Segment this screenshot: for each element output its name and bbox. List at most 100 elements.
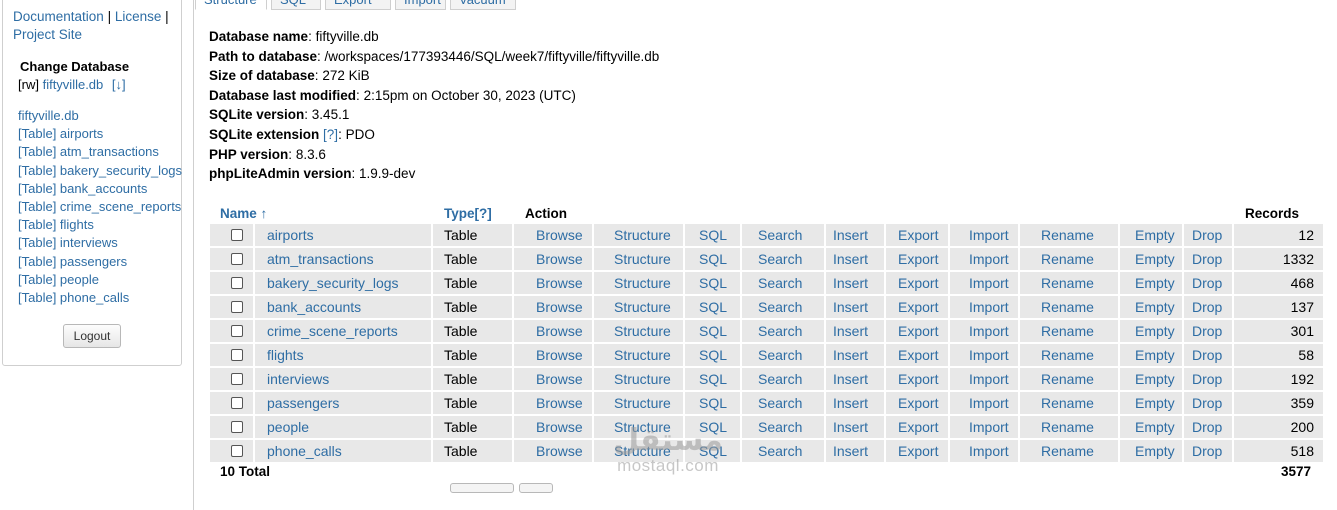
structure-action-link[interactable]: Structure — [594, 368, 683, 390]
import-action-link[interactable]: Import — [950, 272, 1018, 294]
rename-action-link[interactable]: Rename — [1020, 248, 1118, 270]
import-action-link[interactable]: Import — [950, 368, 1018, 390]
row-checkbox[interactable] — [231, 373, 243, 385]
search-action-link[interactable]: Search — [742, 368, 824, 390]
structure-action-link[interactable]: Structure — [594, 392, 683, 414]
drop-action-link[interactable]: Drop — [1184, 224, 1232, 246]
structure-action-link[interactable]: Structure — [594, 440, 683, 462]
drop-action-link[interactable]: Drop — [1184, 392, 1232, 414]
rename-action-link[interactable]: Rename — [1020, 344, 1118, 366]
export-action-link[interactable]: Export — [886, 296, 948, 318]
search-action-link[interactable]: Search — [742, 296, 824, 318]
browse-action-link[interactable]: Browse — [514, 344, 592, 366]
import-action-link[interactable]: Import — [950, 344, 1018, 366]
documentation-link[interactable]: Documentation — [13, 9, 104, 24]
tab-export[interactable]: Export — [325, 0, 391, 10]
row-checkbox[interactable] — [231, 253, 243, 265]
table-name-link[interactable]: people — [255, 416, 431, 438]
rename-action-link[interactable]: Rename — [1020, 296, 1118, 318]
sidebar-table-link[interactable]: [Table] atm_transactions — [18, 144, 159, 159]
search-action-link[interactable]: Search — [742, 344, 824, 366]
table-name-link[interactable]: atm_transactions — [255, 248, 431, 270]
insert-action-link[interactable]: Insert — [826, 320, 884, 342]
import-action-link[interactable]: Import — [950, 320, 1018, 342]
export-action-link[interactable]: Export — [886, 416, 948, 438]
browse-action-link[interactable]: Browse — [514, 248, 592, 270]
import-action-link[interactable]: Import — [950, 296, 1018, 318]
row-checkbox[interactable] — [231, 397, 243, 409]
name-sort-header[interactable]: Name ↑ — [220, 206, 267, 221]
database-home-link[interactable]: fiftyville.db — [18, 108, 79, 123]
drop-action-link[interactable]: Drop — [1184, 296, 1232, 318]
sql-action-link[interactable]: SQL — [685, 368, 740, 390]
sql-action-link[interactable]: SQL — [685, 272, 740, 294]
rename-action-link[interactable]: Rename — [1020, 416, 1118, 438]
row-checkbox[interactable] — [231, 421, 243, 433]
sidebar-table-link[interactable]: [Table] interviews — [18, 235, 118, 250]
empty-action-link[interactable]: Empty — [1120, 416, 1182, 438]
export-action-link[interactable]: Export — [886, 272, 948, 294]
empty-action-link[interactable]: Empty — [1120, 296, 1182, 318]
insert-action-link[interactable]: Insert — [826, 296, 884, 318]
empty-action-link[interactable]: Empty — [1120, 392, 1182, 414]
structure-action-link[interactable]: Structure — [594, 416, 683, 438]
export-action-link[interactable]: Export — [886, 344, 948, 366]
browse-action-link[interactable]: Browse — [514, 368, 592, 390]
row-checkbox[interactable] — [231, 277, 243, 289]
export-action-link[interactable]: Export — [886, 392, 948, 414]
sql-action-link[interactable]: SQL — [685, 416, 740, 438]
search-action-link[interactable]: Search — [742, 248, 824, 270]
table-name-link[interactable]: flights — [255, 344, 431, 366]
sql-action-link[interactable]: SQL — [685, 440, 740, 462]
search-action-link[interactable]: Search — [742, 272, 824, 294]
insert-action-link[interactable]: Insert — [826, 440, 884, 462]
export-action-link[interactable]: Export — [886, 320, 948, 342]
sql-action-link[interactable]: SQL — [685, 344, 740, 366]
row-checkbox[interactable] — [231, 229, 243, 241]
empty-action-link[interactable]: Empty — [1120, 224, 1182, 246]
table-name-link[interactable]: airports — [255, 224, 431, 246]
rename-action-link[interactable]: Rename — [1020, 368, 1118, 390]
extension-help-link[interactable]: [?] — [323, 127, 338, 142]
with-selected-select[interactable] — [450, 483, 514, 493]
search-action-link[interactable]: Search — [742, 224, 824, 246]
insert-action-link[interactable]: Insert — [826, 368, 884, 390]
import-action-link[interactable]: Import — [950, 224, 1018, 246]
empty-action-link[interactable]: Empty — [1120, 440, 1182, 462]
logout-button[interactable]: Logout — [63, 324, 121, 348]
insert-action-link[interactable]: Insert — [826, 272, 884, 294]
sql-action-link[interactable]: SQL — [685, 296, 740, 318]
structure-action-link[interactable]: Structure — [594, 224, 683, 246]
sidebar-table-link[interactable]: [Table] bakery_security_logs — [18, 163, 182, 178]
table-name-link[interactable]: interviews — [255, 368, 431, 390]
table-name-link[interactable]: crime_scene_reports — [255, 320, 431, 342]
row-checkbox[interactable] — [231, 325, 243, 337]
drop-action-link[interactable]: Drop — [1184, 248, 1232, 270]
rename-action-link[interactable]: Rename — [1020, 392, 1118, 414]
sql-action-link[interactable]: SQL — [685, 248, 740, 270]
sidebar-table-link[interactable]: [Table] bank_accounts — [18, 181, 147, 196]
import-action-link[interactable]: Import — [950, 440, 1018, 462]
structure-action-link[interactable]: Structure — [594, 320, 683, 342]
export-action-link[interactable]: Export — [886, 368, 948, 390]
empty-action-link[interactable]: Empty — [1120, 368, 1182, 390]
export-action-link[interactable]: Export — [886, 440, 948, 462]
table-name-link[interactable]: passengers — [255, 392, 431, 414]
table-name-link[interactable]: phone_calls — [255, 440, 431, 462]
empty-action-link[interactable]: Empty — [1120, 272, 1182, 294]
license-link[interactable]: License — [115, 9, 162, 24]
browse-action-link[interactable]: Browse — [514, 224, 592, 246]
rename-action-link[interactable]: Rename — [1020, 320, 1118, 342]
drop-action-link[interactable]: Drop — [1184, 416, 1232, 438]
import-action-link[interactable]: Import — [950, 248, 1018, 270]
empty-action-link[interactable]: Empty — [1120, 248, 1182, 270]
tab-vacuum[interactable]: Vacuum — [450, 0, 516, 10]
structure-action-link[interactable]: Structure — [594, 296, 683, 318]
row-checkbox[interactable] — [231, 301, 243, 313]
search-action-link[interactable]: Search — [742, 416, 824, 438]
sql-action-link[interactable]: SQL — [685, 392, 740, 414]
search-action-link[interactable]: Search — [742, 392, 824, 414]
sql-action-link[interactable]: SQL — [685, 320, 740, 342]
sidebar-table-link[interactable]: [Table] airports — [18, 126, 103, 141]
insert-action-link[interactable]: Insert — [826, 392, 884, 414]
